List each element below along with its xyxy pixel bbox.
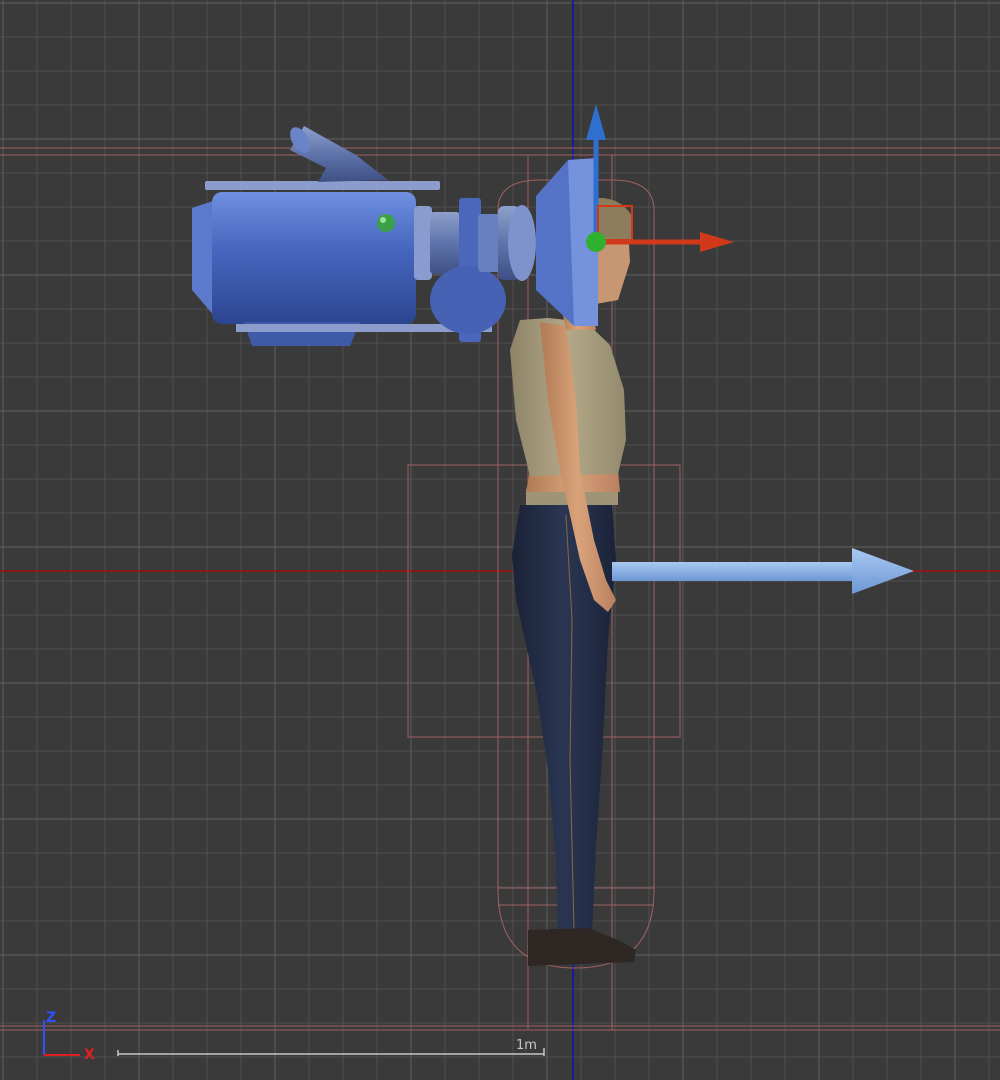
gizmo-up-arrowhead[interactable] [586, 104, 606, 140]
camera-body [212, 192, 416, 324]
gizmo-pivot[interactable] [586, 232, 606, 252]
3d-viewport[interactable]: Z X 1m [0, 0, 1000, 1080]
camera-top-rail [205, 181, 440, 190]
viewport-scene[interactable] [0, 0, 1000, 1080]
scale-bar-label: 1m [516, 1038, 537, 1053]
figure-bounding-guides [0, 147, 1000, 1031]
camera-lens-ring-1 [414, 206, 432, 280]
facing-direction-arrow[interactable] [612, 548, 914, 594]
camera-lens-ring-2 [430, 212, 460, 274]
figure-shoes [528, 928, 636, 966]
camera-grip-knob [430, 266, 506, 334]
axis-indicator-x-label: X [84, 1047, 95, 1063]
axis-indicator-z-label: Z [46, 1010, 57, 1026]
scale-bar [117, 1048, 545, 1056]
ground-grid [0, 0, 1000, 1080]
camera-led [377, 214, 395, 232]
camera-prop[interactable] [192, 124, 598, 346]
